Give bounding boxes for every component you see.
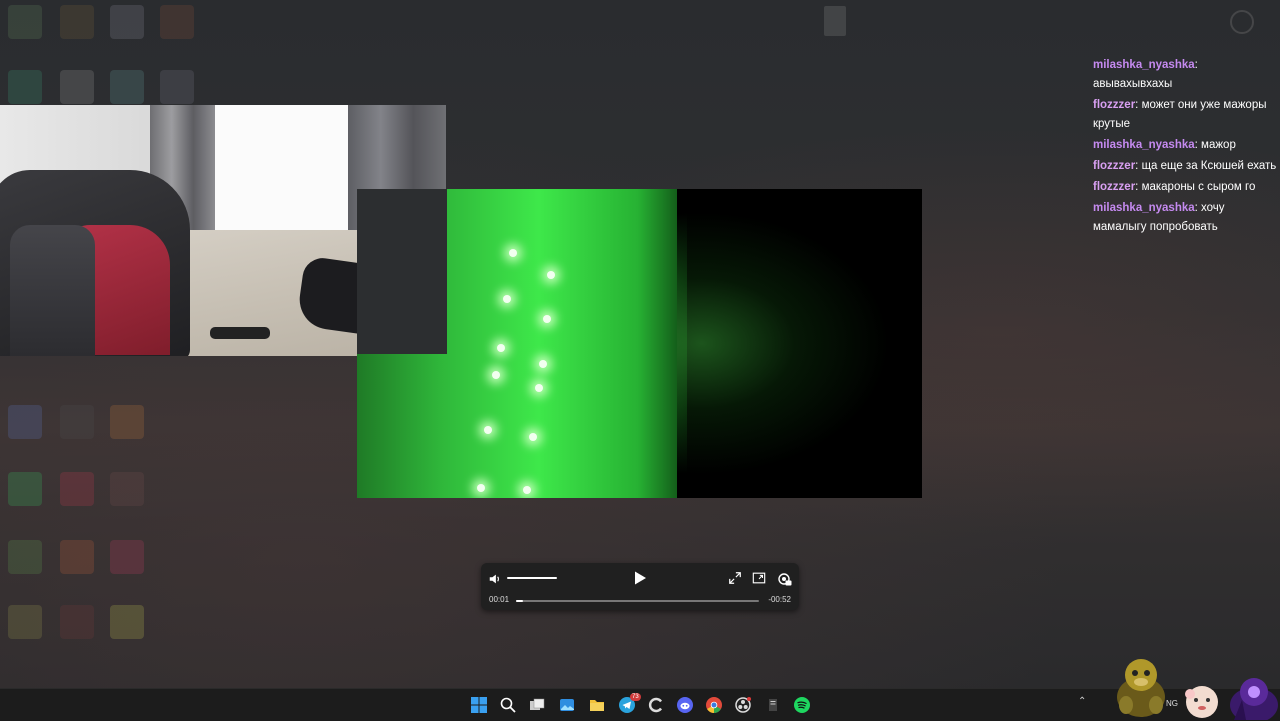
desktop-icon[interactable] — [8, 5, 42, 39]
chat-message: flozzzer: может они уже мажоры крутые — [1093, 96, 1280, 134]
desktop-icon[interactable] — [160, 5, 194, 39]
desktop-icon[interactable] — [8, 540, 42, 574]
chat-text: мажор — [1201, 139, 1236, 151]
chat-message: milashka_nyashka: авывахывхахы — [1093, 56, 1280, 94]
desktop-icon[interactable] — [60, 472, 94, 506]
stage-light — [492, 371, 500, 379]
telegram-unread-badge: 73 — [630, 693, 641, 701]
stage-light — [484, 426, 492, 434]
desktop-icon[interactable] — [8, 405, 42, 439]
remaining-time: -00:52 — [768, 595, 791, 604]
chat-username[interactable]: milashka_nyashka — [1093, 59, 1195, 71]
webcam-chair-seat — [10, 225, 95, 356]
chat-text: макароны с сыром го — [1141, 181, 1256, 193]
obs-icon[interactable] — [735, 697, 751, 713]
chat-message: flozzzer: ща еще за Ксюшей ехать — [1093, 157, 1280, 176]
stream-chat: milashka_nyashka: авывахывхахы flozzzer:… — [1093, 56, 1280, 239]
stage-light — [509, 249, 517, 257]
windows-start-icon[interactable] — [471, 697, 487, 713]
desktop-icon[interactable] — [110, 5, 144, 39]
stage-light — [547, 271, 555, 279]
stage-light — [535, 384, 543, 392]
chat-username[interactable]: flozzzer — [1093, 181, 1135, 193]
desktop-icon[interactable] — [8, 70, 42, 104]
chat-username[interactable]: milashka_nyashka — [1093, 202, 1195, 214]
play-icon[interactable] — [632, 570, 648, 586]
desktop-file-icon[interactable] — [824, 6, 846, 36]
seek-bar-progress — [516, 600, 524, 602]
stage-light — [497, 344, 505, 352]
stage-light — [477, 484, 485, 492]
chat-message: flozzzer: макароны с сыром го — [1093, 178, 1280, 197]
video-uncovered-area — [357, 189, 447, 354]
stage-light — [543, 315, 551, 323]
desktop-icon[interactable] — [8, 472, 42, 506]
desktop-icon[interactable] — [60, 5, 94, 39]
task-view-icon[interactable] — [529, 697, 545, 713]
desktop-icon[interactable] — [110, 70, 144, 104]
desktop-icon[interactable] — [110, 605, 144, 639]
chat-message: milashka_nyashka: мажор — [1093, 136, 1280, 155]
baby-emote-overlay — [1185, 686, 1218, 718]
photos-icon[interactable] — [559, 697, 575, 713]
settings-icon[interactable] — [776, 571, 792, 587]
file-explorer-icon[interactable] — [589, 697, 605, 713]
chrome-icon[interactable] — [706, 697, 722, 713]
video-player-controls: 00:01 -00:52 — [481, 563, 799, 610]
stage-light — [503, 295, 511, 303]
video-crowd — [677, 189, 922, 498]
spotify-icon[interactable] — [794, 697, 810, 713]
desktop-icon[interactable] — [60, 605, 94, 639]
chat-text: авывахывхахы — [1093, 78, 1173, 90]
webcam-chair-armrest — [210, 327, 270, 339]
stage-light — [539, 360, 547, 368]
chevron-up-icon[interactable]: ⌃ — [1078, 696, 1086, 707]
seek-bar[interactable] — [516, 600, 759, 602]
stage-light — [529, 433, 537, 441]
notepad-icon[interactable] — [765, 697, 781, 713]
picture-in-picture-icon[interactable] — [752, 571, 766, 585]
desktop-icon[interactable] — [60, 70, 94, 104]
current-time: 00:01 — [489, 595, 510, 604]
chat-text: ща еще за Ксюшей ехать — [1141, 160, 1277, 172]
discord-icon[interactable] — [677, 697, 693, 713]
desktop-icon[interactable] — [110, 472, 144, 506]
search-icon[interactable] — [500, 697, 516, 713]
desktop-icon[interactable] — [8, 605, 42, 639]
chat-separator: : — [1194, 59, 1198, 71]
chat-username[interactable]: milashka_nyashka — [1093, 139, 1195, 151]
volume-icon[interactable] — [488, 572, 502, 586]
desktop-icon[interactable] — [110, 405, 144, 439]
desktop-icon[interactable] — [60, 540, 94, 574]
chat-username[interactable]: flozzzer — [1093, 160, 1135, 172]
desktop-icon[interactable] — [110, 540, 144, 574]
purple-character-overlay — [1230, 678, 1278, 720]
desktop-shortcut-icon[interactable] — [1230, 10, 1254, 34]
volume-slider[interactable] — [507, 577, 557, 579]
taskbar: 73 ⌃ NG — [0, 688, 1280, 721]
monkey-emote-overlay — [1117, 659, 1165, 717]
video-frame[interactable] — [357, 189, 922, 498]
desktop-icon[interactable] — [160, 70, 194, 104]
stage-light — [523, 486, 531, 494]
chat-message: milashka_nyashka: хочу мамалыгу попробов… — [1093, 199, 1280, 237]
chat-username[interactable]: flozzzer — [1093, 99, 1135, 111]
fullscreen-icon[interactable] — [728, 571, 742, 585]
ccleaner-icon[interactable] — [648, 697, 664, 713]
desktop-icon[interactable] — [60, 405, 94, 439]
